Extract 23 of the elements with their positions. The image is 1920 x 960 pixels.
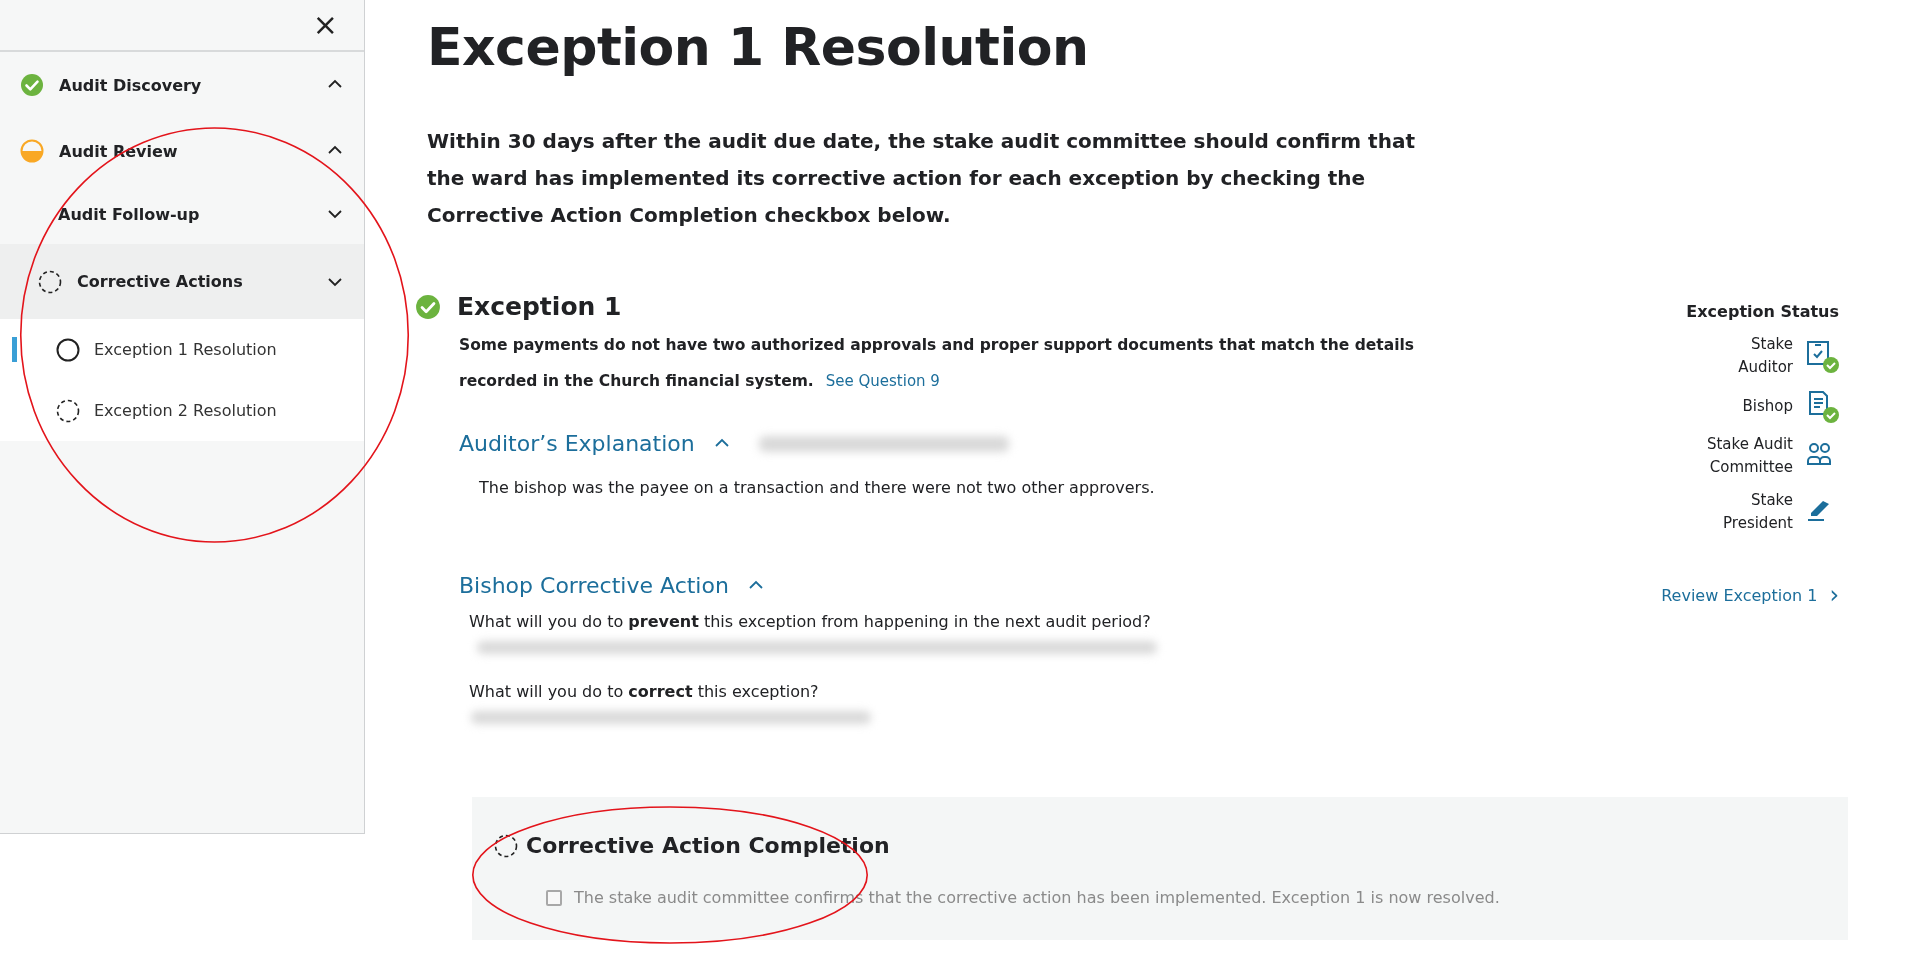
page-title: Exception 1 Resolution (427, 17, 1090, 77)
role-label: Stake President (1722, 490, 1793, 534)
exception-title: Exception 1 (457, 292, 622, 321)
close-button[interactable]: × (308, 10, 342, 40)
chevron-right-icon: › (1829, 585, 1839, 605)
nav-item[interactable]: Audit Discovery (0, 52, 364, 118)
review-link[interactable]: Review Exception 1 › (1661, 585, 1839, 605)
question-text: What will you do to prevent this exception from happening in the next audit period? (469, 612, 1152, 631)
nav-item[interactable]: Audit Follow-up (0, 184, 364, 244)
intro-text: Within 30 days after the audit due date, the stake audit committee should confirm that the ward has implemented its corrective action for each exception by checking the Corrective Action Completion checkbox below. (427, 128, 1416, 229)
section-heading[interactable]: Bishop Corrective Action (459, 573, 729, 598)
status-heading: Exception Status (1686, 302, 1839, 321)
nav-item[interactable]: Corrective Actions (0, 244, 364, 319)
role-label: Stake Audit Committee (1705, 434, 1793, 478)
role-label: Stake Auditor (1737, 334, 1793, 378)
section-heading[interactable]: Auditor’s Explanation (459, 431, 695, 456)
question-link[interactable]: See Question 9 (825, 372, 940, 390)
role-label: Bishop (1741, 395, 1793, 417)
question-text: What will you do to correct this exception? (469, 682, 820, 701)
exception-description: Some payments do not have two authorized approvals and proper support documents that match the details recorded in the Church financial system. See Question 9 (459, 335, 1415, 392)
explanation-text: The bishop was the payee on a transaction and there were not two other approvers. (479, 478, 1156, 497)
nav-item[interactable]: Exception 1 Resolution (0, 319, 364, 380)
nav-item[interactable]: Exception 2 Resolution (0, 380, 364, 441)
